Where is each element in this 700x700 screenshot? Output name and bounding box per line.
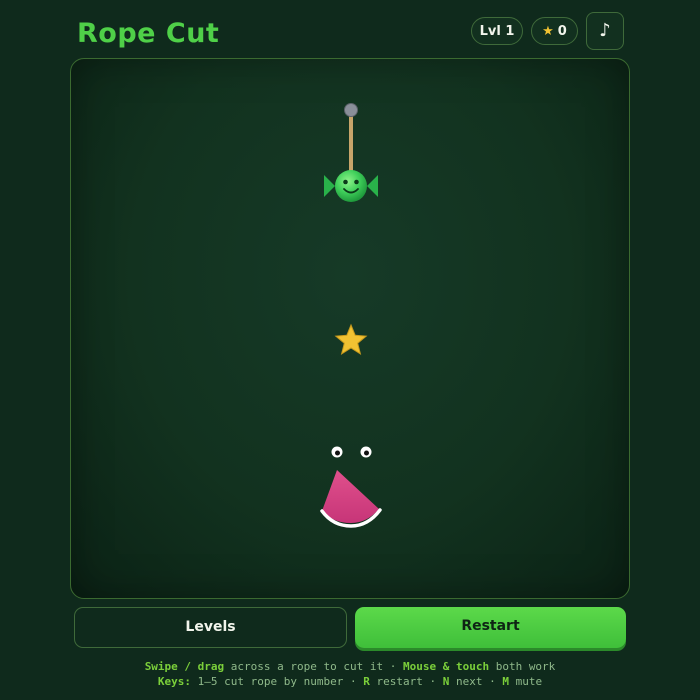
game-title: Rope Cut (77, 18, 220, 49)
star-count: 0 (557, 24, 567, 39)
game-board[interactable] (70, 58, 630, 599)
rope-1[interactable] (344, 103, 358, 175)
monster-mouth (322, 470, 379, 523)
monster-eye-left (331, 446, 343, 458)
level-badge: Lvl 1 (471, 17, 523, 45)
candy-wrapper-left (324, 175, 335, 197)
help-line-controls: Swipe / drag across a rope to cut it · M… (0, 659, 700, 674)
help-line-keys: Keys: 1–5 cut rope by number · R restart… (0, 674, 700, 689)
game-canvas[interactable] (71, 59, 630, 599)
candy (324, 170, 378, 202)
game-app: Rope Cut Lvl 1 ★ 0 ♪ Levels Restart Swip… (0, 0, 700, 700)
help-text: mute (508, 675, 543, 688)
help-key: Mouse & touch (402, 660, 490, 673)
monster (320, 446, 382, 528)
candy-wrapper-right (367, 175, 378, 197)
music-toggle-button[interactable]: ♪ (586, 12, 624, 50)
level-label: Lvl 1 (479, 24, 515, 39)
star-counter: ★ 0 (531, 17, 578, 45)
help-text: across a rope to cut it · (224, 660, 403, 673)
collectible-star-icon (334, 323, 368, 355)
rope-anchor-pin (344, 103, 358, 117)
help-text: both work (489, 660, 556, 673)
help-text: next · (449, 675, 503, 688)
help-text: restart · (369, 675, 443, 688)
help-key: Swipe / drag (144, 660, 225, 673)
candy-eye-left (343, 179, 348, 185)
restart-button[interactable]: Restart (355, 607, 626, 648)
levels-button[interactable]: Levels (74, 607, 347, 648)
help-text: 1–5 cut rope by number · (191, 675, 364, 688)
music-note-icon: ♪ (599, 20, 611, 41)
monster-eye-right (360, 446, 372, 458)
help-key: M (502, 675, 509, 688)
help-key: Keys: (157, 675, 192, 688)
candy-eye-right (354, 179, 359, 185)
star-icon: ★ (542, 24, 554, 39)
help-key: R (363, 675, 370, 688)
candy-body (335, 170, 367, 202)
